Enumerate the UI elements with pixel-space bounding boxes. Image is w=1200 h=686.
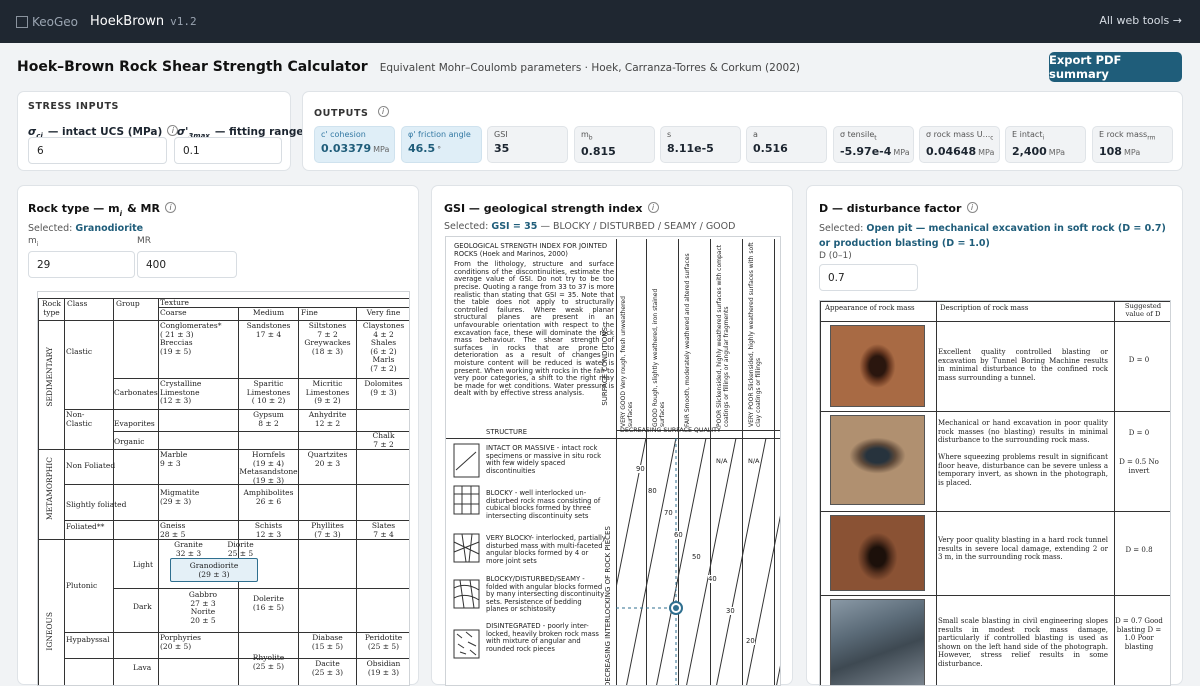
d-label: D (0–1) xyxy=(819,251,852,261)
broken-image-icon xyxy=(16,15,28,28)
gsi-chart: GEOLOGICAL STRENGTH INDEX FOR JOINTED RO… xyxy=(445,236,781,686)
gsi-na-very-poor: N/A xyxy=(748,457,760,465)
output-mb: mb 0.815 xyxy=(574,126,655,163)
rock-selected-value: Granodiorite xyxy=(75,223,144,235)
mr-input[interactable]: 400 xyxy=(137,251,237,278)
tbm-tunnel-photo xyxy=(830,325,925,407)
rock-type-info-icon[interactable]: i xyxy=(165,202,177,213)
granodiorite-cell-selected[interactable]: Granodiorite (29 ± 3) xyxy=(170,558,258,582)
export-pdf-button[interactable]: Export PDF summary xyxy=(1049,52,1182,82)
gsi-header: GSI — geological strength index i Select… xyxy=(444,202,736,232)
disturbance-table: Appearance of rock mass Description of r… xyxy=(819,300,1171,686)
page-subtitle: Equivalent Mohr–Coulomb parameters · Hoe… xyxy=(379,61,800,74)
output-s: s 8.11e-5 xyxy=(660,126,741,163)
rock-type-card: Rock type — mi & MR i Selected: Granodio… xyxy=(17,185,419,686)
gsi-na-poor: N/A xyxy=(716,457,728,465)
outputs-info-icon[interactable]: i xyxy=(377,106,389,117)
gsi-info-icon[interactable]: i xyxy=(647,202,659,213)
disturbance-selected-value: Open pit — mechanical excavation in soft… xyxy=(819,223,1166,249)
rock-type-table: Rock type Class Group Texture Coarse Med… xyxy=(37,291,410,686)
slope-blasting-photo xyxy=(830,599,925,685)
stress-inputs-heading: STRESS INPUTS xyxy=(28,101,119,112)
output-tensile: σ tensilet -5.97e-4 MPa xyxy=(833,126,914,163)
mi-input[interactable]: 29 xyxy=(28,251,135,278)
gsi-selected-value: GSI = 35 xyxy=(491,221,538,232)
output-e-rock-mass: E rock massrm 108 MPa xyxy=(1092,126,1173,163)
page-title: Hoek–Brown Rock Shear Strength Calculato… xyxy=(17,58,368,75)
page-header: Hoek–Brown Rock Shear Strength Calculato… xyxy=(0,43,1200,90)
hand-excavation-photo xyxy=(830,415,925,505)
output-friction-angle: φ' friction angle 46.5 ° xyxy=(401,126,482,163)
outputs-card: OUTPUTS i c' cohesion 0.03379 MPa φ' frict… xyxy=(302,91,1183,171)
outputs-header: OUTPUTS i xyxy=(314,101,389,120)
output-gsi: GSI 35 xyxy=(487,126,568,163)
stress-inputs-card: STRESS INPUTS σci — intact UCS (MPa) i 6… xyxy=(17,91,358,171)
output-rock-mass-ucs: σ rock mass U...c 0.04648 MPa xyxy=(919,126,1000,163)
output-a: a 0.516 xyxy=(746,126,827,163)
poor-blasting-photo xyxy=(830,515,925,591)
fitting-range-input[interactable]: 0.1 xyxy=(174,137,282,164)
mi-label: mi xyxy=(28,236,39,248)
app-name: HoekBrown xyxy=(90,14,165,29)
mr-label: MR xyxy=(137,236,152,246)
output-cohesion: c' cohesion 0.03379 MPa xyxy=(314,126,395,163)
disturbance-info-icon[interactable]: i xyxy=(966,202,978,213)
logo[interactable]: KeoGeo xyxy=(16,15,78,29)
top-bar: KeoGeo HoekBrown v1.2 All web tools → xyxy=(0,0,1200,43)
disturbance-card: D — disturbance factor i Selected: Open … xyxy=(806,185,1183,686)
gsi-contour-grid xyxy=(616,438,780,685)
gsi-card: GSI — geological strength index i Select… xyxy=(431,185,793,686)
disturbance-header: D — disturbance factor i Selected: Open … xyxy=(819,202,1166,249)
app-version: v1.2 xyxy=(170,15,197,28)
rock-type-header: Rock type — mi & MR i Selected: Granodio… xyxy=(28,197,177,235)
gsi-structure-sketches xyxy=(453,443,480,659)
output-e-intact: E intacti 2,400 MPa xyxy=(1005,126,1086,163)
all-web-tools-link[interactable]: All web tools → xyxy=(1099,14,1182,27)
d-input[interactable]: 0.7 xyxy=(819,264,918,291)
ucs-input[interactable]: 6 xyxy=(28,137,167,164)
